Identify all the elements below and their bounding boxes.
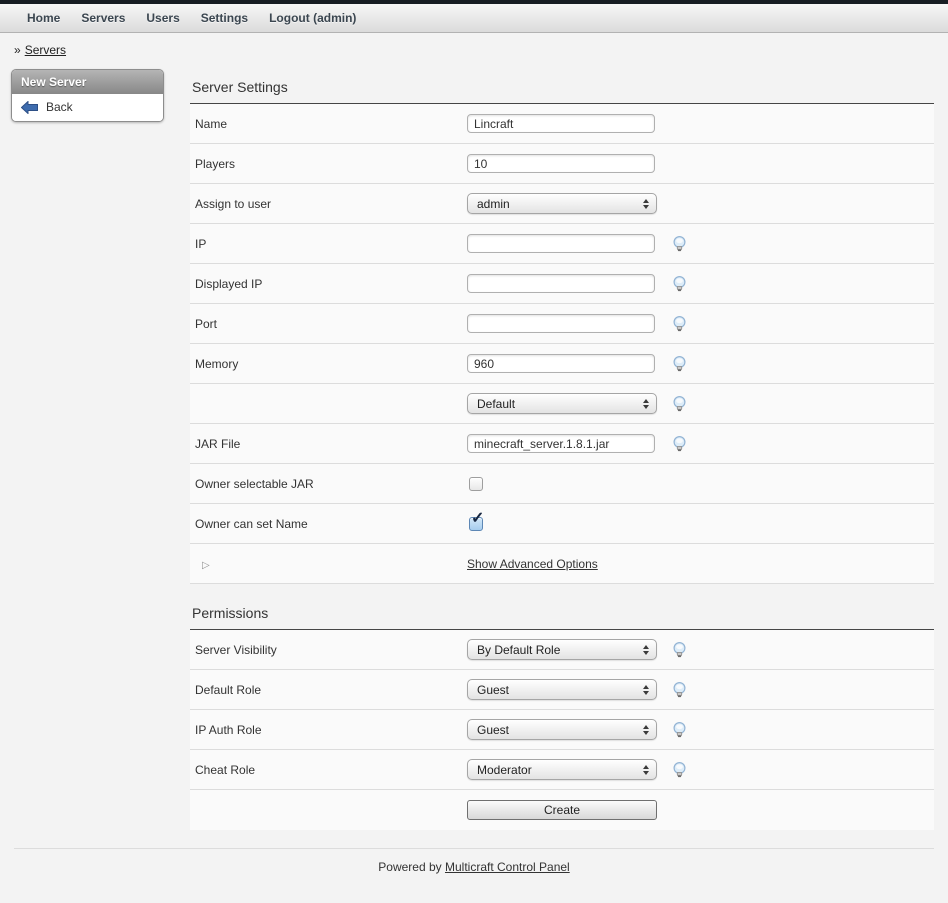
breadcrumb-link-servers[interactable]: Servers	[25, 43, 66, 57]
footer-multicraft-link[interactable]: Multicraft Control Panel	[445, 860, 570, 874]
back-arrow-icon	[21, 101, 38, 114]
name-label: Name	[190, 117, 467, 131]
players-input[interactable]	[467, 154, 655, 173]
server-visibility-select[interactable]: By Default Role	[467, 639, 657, 660]
players-label: Players	[190, 157, 467, 171]
nav-item-servers[interactable]: Servers	[81, 11, 125, 25]
name-input[interactable]	[467, 114, 655, 133]
form-row-owner-can-set-name: Owner can set Name ✓	[190, 504, 934, 544]
owner-selectable-jar-label: Owner selectable JAR	[190, 477, 467, 491]
footer: Powered by Multicraft Control Panel	[14, 848, 934, 874]
nav-item-logout[interactable]: Logout (admin)	[269, 11, 356, 25]
jar-file-input[interactable]	[467, 434, 655, 453]
cheat-role-label: Cheat Role	[190, 763, 467, 777]
form-row-name: Name	[190, 104, 934, 144]
form-row-port: Port	[190, 304, 934, 344]
port-help-bulb-icon[interactable]	[671, 315, 688, 332]
form-row-memory: Memory	[190, 344, 934, 384]
footer-powered-by-text: Powered by	[378, 860, 445, 874]
sidebar-menu: New Server Back	[11, 69, 164, 122]
form-row-jar-file: JAR File	[190, 424, 934, 464]
form-row-server-visibility: Server Visibility By Default Role	[190, 630, 934, 670]
default-role-selected-value: Guest	[477, 683, 509, 697]
server-visibility-help-bulb-icon[interactable]	[671, 641, 688, 658]
server-visibility-label: Server Visibility	[190, 643, 467, 657]
ip-auth-role-selected-value: Guest	[477, 723, 509, 737]
breadcrumb-symbol: »	[14, 43, 21, 57]
ip-help-bulb-icon[interactable]	[671, 235, 688, 252]
cheat-role-select[interactable]: Moderator	[467, 759, 657, 780]
port-label: Port	[190, 317, 467, 331]
displayed-ip-input[interactable]	[467, 274, 655, 293]
jar-file-label: JAR File	[190, 437, 467, 451]
port-input[interactable]	[467, 314, 655, 333]
owner-can-set-name-checkbox[interactable]: ✓	[469, 517, 483, 531]
memory-profile-selected-value: Default	[477, 397, 515, 411]
displayed-ip-label: Displayed IP	[190, 277, 467, 291]
form-row-ip: IP	[190, 224, 934, 264]
default-role-select[interactable]: Guest	[467, 679, 657, 700]
section-heading-permissions: Permissions	[190, 584, 934, 630]
select-arrows-icon	[643, 645, 649, 655]
ip-auth-role-label: IP Auth Role	[190, 723, 467, 737]
default-role-help-bulb-icon[interactable]	[671, 681, 688, 698]
sidebar-title: New Server	[12, 70, 163, 94]
cheat-role-selected-value: Moderator	[477, 763, 532, 777]
displayed-ip-help-bulb-icon[interactable]	[671, 275, 688, 292]
memory-profile-select[interactable]: Default	[467, 393, 657, 414]
form-row-memory-profile: Default	[190, 384, 934, 424]
section-heading-server-settings: Server Settings	[190, 64, 934, 104]
form-row-owner-selectable-jar: Owner selectable JAR	[190, 464, 934, 504]
select-arrows-icon	[643, 685, 649, 695]
create-button[interactable]: Create	[467, 800, 657, 820]
breadcrumb: » Servers	[0, 33, 948, 64]
memory-help-bulb-icon[interactable]	[671, 355, 688, 372]
form-row-ip-auth-role: IP Auth Role Guest	[190, 710, 934, 750]
check-icon: ✓	[471, 511, 484, 527]
advanced-toggle-triangle-icon[interactable]: ▷	[202, 560, 210, 571]
cheat-role-help-bulb-icon[interactable]	[671, 761, 688, 778]
default-role-label: Default Role	[190, 683, 467, 697]
main-nav: Home Servers Users Settings Logout (admi…	[0, 4, 948, 33]
memory-profile-help-bulb-icon[interactable]	[671, 395, 688, 412]
server-visibility-selected-value: By Default Role	[477, 643, 560, 657]
sidebar-item-back-label: Back	[46, 100, 73, 114]
memory-label: Memory	[190, 357, 467, 371]
select-arrows-icon	[643, 725, 649, 735]
nav-item-home[interactable]: Home	[27, 11, 60, 25]
select-arrows-icon	[643, 199, 649, 209]
jar-file-help-bulb-icon[interactable]	[671, 435, 688, 452]
form-row-cheat-role: Cheat Role Moderator	[190, 750, 934, 790]
show-advanced-options-link[interactable]: Show Advanced Options	[467, 557, 598, 571]
form-row-displayed-ip: Displayed IP	[190, 264, 934, 304]
select-arrows-icon	[643, 399, 649, 409]
form-row-assign-to-user: Assign to user admin	[190, 184, 934, 224]
ip-label: IP	[190, 237, 467, 251]
nav-item-users[interactable]: Users	[146, 11, 179, 25]
memory-input[interactable]	[467, 354, 655, 373]
ip-auth-role-help-bulb-icon[interactable]	[671, 721, 688, 738]
assign-to-user-label: Assign to user	[190, 197, 467, 211]
nav-item-settings[interactable]: Settings	[201, 11, 248, 25]
assign-to-user-select[interactable]: admin	[467, 193, 657, 214]
owner-can-set-name-label: Owner can set Name	[190, 517, 467, 531]
form-row-advanced-options: ▷ Show Advanced Options	[190, 544, 934, 584]
form-row-players: Players	[190, 144, 934, 184]
assign-to-user-selected-value: admin	[477, 197, 510, 211]
ip-auth-role-select[interactable]: Guest	[467, 719, 657, 740]
form-row-create: Create	[190, 790, 934, 830]
select-arrows-icon	[643, 765, 649, 775]
ip-input[interactable]	[467, 234, 655, 253]
sidebar-item-back[interactable]: Back	[12, 94, 163, 121]
owner-selectable-jar-checkbox[interactable]	[469, 477, 483, 491]
form-row-default-role: Default Role Guest	[190, 670, 934, 710]
